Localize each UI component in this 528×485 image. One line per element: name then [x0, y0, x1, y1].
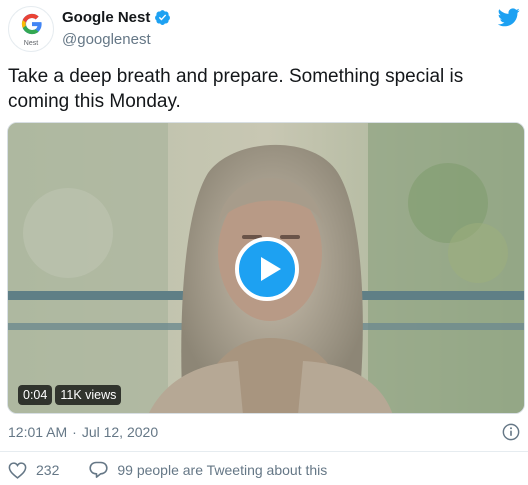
- avatar[interactable]: Nest: [8, 6, 54, 52]
- conversation-text[interactable]: 99 people are Tweeting about this: [117, 462, 327, 478]
- author-handle[interactable]: @googlenest: [62, 31, 151, 48]
- tweet-card: Nest Google Nest @googlenest Take a deep…: [0, 0, 528, 485]
- tweet-text: Take a deep breath and prepare. Somethin…: [8, 66, 464, 112]
- conversation-link[interactable]: 99 people are Tweeting about this: [89, 461, 327, 479]
- reply-bubble-icon: [89, 461, 108, 478]
- video-badges: 0:04 11K views: [18, 385, 122, 405]
- info-icon[interactable]: [502, 423, 520, 441]
- heart-icon: [8, 461, 27, 479]
- verified-badge-icon: [155, 10, 171, 25]
- author-name[interactable]: Google Nest: [62, 9, 150, 26]
- twitter-bird-icon[interactable]: [498, 8, 520, 27]
- play-button[interactable]: [235, 237, 299, 301]
- author-name-row[interactable]: Google Nest: [62, 9, 171, 26]
- timestamp-separator: ·: [72, 424, 77, 440]
- tweet-date[interactable]: Jul 12, 2020: [82, 424, 158, 440]
- divider: [0, 451, 528, 452]
- like-button[interactable]: 232: [8, 461, 60, 479]
- like-count: 232: [36, 462, 60, 478]
- tweet-time[interactable]: 12:01 AM: [8, 424, 67, 440]
- video-duration: 0:04: [18, 385, 53, 405]
- video-views: 11K views: [55, 385, 122, 405]
- tweet-header: Nest Google Nest @googlenest: [0, 0, 528, 56]
- video-player[interactable]: 0:04 11K views: [7, 122, 525, 414]
- play-icon: [261, 257, 281, 281]
- tweet-actions: 232 99 people are Tweeting about this: [8, 461, 327, 479]
- avatar-caption: Nest: [23, 40, 39, 47]
- tweet-timestamp[interactable]: 12:01 AM · Jul 12, 2020: [8, 424, 158, 440]
- google-g-icon: [21, 13, 42, 35]
